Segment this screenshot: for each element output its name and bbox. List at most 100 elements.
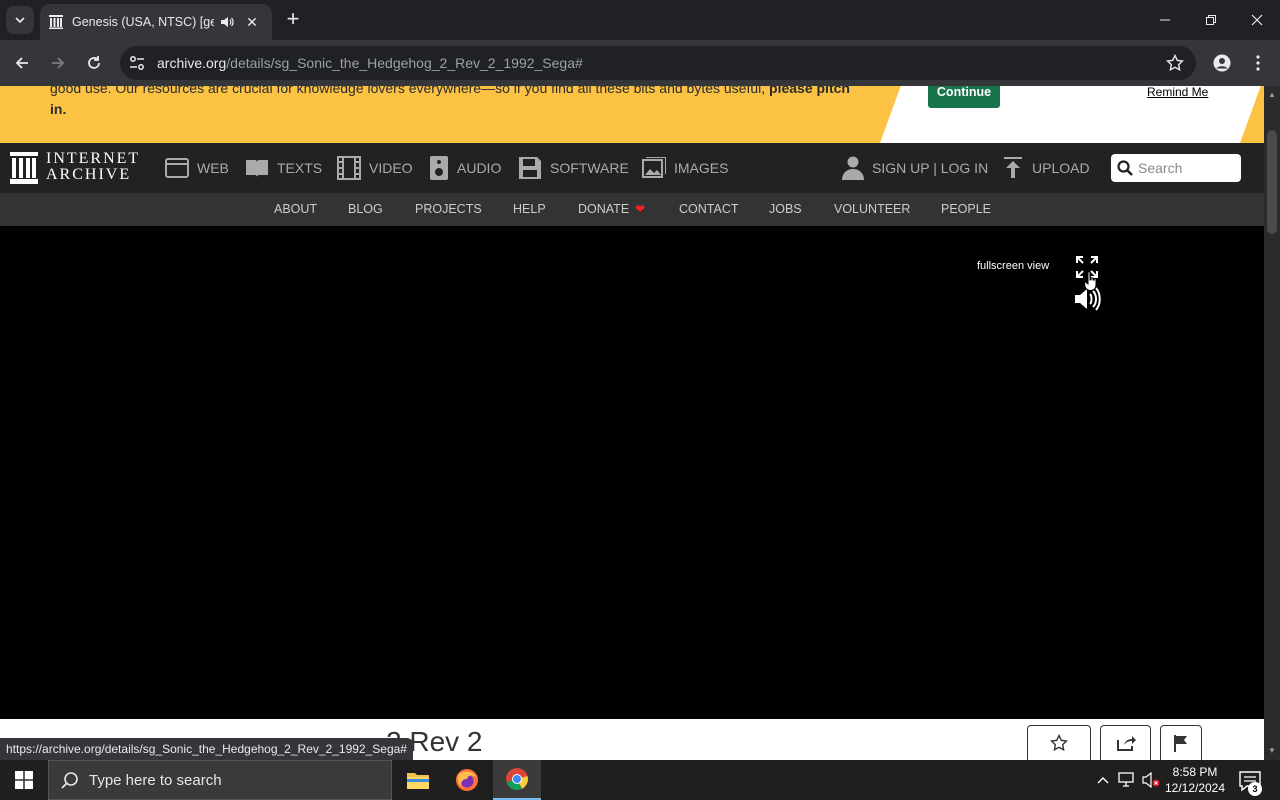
ia-logo-text[interactable]: INTERNET ARCHIVE — [46, 151, 140, 183]
nav-images[interactable]: IMAGES — [642, 155, 728, 181]
url-text[interactable]: archive.org/details/sg_Sonic_the_Hedgeho… — [157, 55, 583, 71]
chevron-up-icon — [1097, 777, 1109, 784]
back-button[interactable] — [9, 50, 35, 76]
signup-login-link[interactable]: SIGN UP | LOG IN — [842, 155, 988, 181]
search-icon — [61, 772, 78, 789]
signup-login-label: SIGN UP | LOG IN — [872, 160, 989, 176]
profile-button[interactable] — [1208, 49, 1236, 77]
folder-icon — [407, 773, 429, 789]
heart-icon: ❤ — [635, 202, 646, 216]
chrome-icon — [506, 768, 528, 790]
ia-top-nav: INTERNET ARCHIVE WEB TEXTS VIDEO AUDIO S… — [0, 143, 1264, 193]
archive-favicon-icon — [49, 15, 63, 29]
nav-audio-label: AUDIO — [457, 160, 502, 176]
start-button[interactable] — [0, 760, 48, 800]
scroll-down-arrow-icon[interactable]: ▼ — [1268, 746, 1276, 755]
subnav-jobs[interactable]: JOBS — [769, 202, 802, 216]
address-bar[interactable]: archive.org/details/sg_Sonic_the_Hedgeho… — [120, 46, 1196, 80]
upload-icon — [1004, 157, 1022, 178]
ia-search-input[interactable] — [1138, 158, 1236, 178]
network-status[interactable] — [1116, 760, 1138, 800]
nav-video-label: VIDEO — [369, 160, 413, 176]
reload-icon — [88, 56, 100, 69]
subnav-help[interactable]: HELP — [513, 202, 546, 216]
search-icon — [1117, 160, 1133, 176]
scroll-up-arrow-icon[interactable]: ▲ — [1268, 90, 1276, 99]
profile-icon — [1213, 54, 1231, 72]
taskbar-firefox[interactable] — [443, 760, 491, 800]
reload-button[interactable] — [81, 50, 107, 76]
network-icon — [1118, 772, 1134, 787]
browser-menu-button[interactable] — [1248, 49, 1268, 77]
tab-close-button[interactable]: ✕ — [244, 14, 260, 31]
volume-status[interactable] — [1140, 760, 1162, 800]
page-scrollbar[interactable]: ▲ ▼ — [1264, 86, 1280, 760]
share-icon — [1116, 736, 1136, 751]
url-path: /details/sg_Sonic_the_Hedgehog_2_Rev_2_1… — [226, 55, 583, 71]
favorite-button[interactable] — [1027, 725, 1091, 760]
flag-button[interactable] — [1160, 725, 1202, 760]
taskbar-chrome[interactable] — [493, 760, 541, 800]
film-icon — [337, 156, 361, 180]
browser-toolbar: archive.org/details/sg_Sonic_the_Hedgeho… — [0, 40, 1280, 86]
nav-audio[interactable]: AUDIO — [429, 155, 501, 181]
subnav-about[interactable]: ABOUT — [274, 202, 317, 216]
url-host: archive.org — [157, 55, 227, 71]
arrow-right-icon — [52, 57, 65, 69]
bookmark-star-icon[interactable] — [1166, 54, 1184, 72]
emulator-canvas[interactable]: fullscreen view — [0, 226, 1264, 719]
internet-archive-logo-icon[interactable] — [10, 152, 38, 184]
nav-video[interactable]: VIDEO — [337, 155, 413, 181]
user-icon — [842, 156, 864, 180]
nav-software-label: SOFTWARE — [550, 160, 629, 176]
windows-logo-icon — [15, 771, 33, 789]
taskbar-file-explorer[interactable] — [394, 760, 442, 800]
new-tab-button[interactable]: + — [282, 8, 304, 30]
upload-label: UPLOAD — [1032, 160, 1090, 176]
upload-link[interactable]: UPLOAD — [1004, 155, 1090, 181]
web-icon — [165, 158, 189, 178]
taskbar-clock[interactable]: 8:58 PM 12/12/2024 — [1160, 764, 1230, 796]
nav-web[interactable]: WEB — [165, 155, 229, 181]
browser-tab[interactable]: Genesis (USA, NTSC) [genesis] ✕ — [40, 4, 272, 40]
minimize-button[interactable] — [1153, 8, 1177, 32]
subnav-donate-label: DONATE — [578, 202, 630, 216]
link-status-bubble: https://archive.org/details/sg_Sonic_the… — [0, 738, 413, 760]
taskbar-search-placeholder: Type here to search — [89, 771, 222, 789]
site-settings-icon[interactable] — [128, 54, 146, 72]
hand-cursor-icon — [1084, 271, 1097, 291]
nav-texts[interactable]: TEXTS — [245, 155, 322, 181]
tab-search-button[interactable] — [6, 6, 34, 34]
subnav-people[interactable]: PEOPLE — [941, 202, 991, 216]
audio-playing-icon[interactable] — [220, 15, 234, 29]
nav-software[interactable]: SOFTWARE — [518, 155, 629, 181]
clock-time: 8:58 PM — [1172, 765, 1218, 779]
subnav-donate[interactable]: DONATE ❤ — [578, 202, 645, 216]
more-vert-icon — [1256, 55, 1260, 71]
share-button[interactable] — [1100, 725, 1151, 760]
restore-button[interactable] — [1199, 8, 1223, 32]
nav-images-label: IMAGES — [674, 160, 729, 176]
page-viewport: good use. Our resources are crucial for … — [0, 86, 1264, 760]
ia-search-box[interactable] — [1111, 154, 1241, 182]
subnav-blog[interactable]: BLOG — [348, 202, 383, 216]
nav-texts-label: TEXTS — [277, 160, 323, 176]
scrollbar-thumb[interactable] — [1267, 130, 1277, 234]
subnav-volunteer[interactable]: VOLUNTEER — [834, 202, 910, 216]
ia-sub-nav: ABOUT BLOG PROJECTS HELP DONATE ❤ CONTACT… — [0, 193, 1264, 226]
taskbar-search-box[interactable]: Type here to search — [48, 760, 392, 800]
continue-button[interactable]: Continue — [928, 86, 1000, 108]
forward-button[interactable] — [45, 50, 71, 76]
close-icon — [1251, 14, 1263, 26]
star-icon — [1050, 734, 1068, 752]
logo-line-1: INTERNET — [46, 150, 141, 167]
fullscreen-label[interactable]: fullscreen view — [977, 260, 1049, 272]
firefox-icon — [456, 769, 478, 791]
remind-me-link[interactable]: Remind Me — [1147, 86, 1208, 99]
subnav-projects[interactable]: PROJECTS — [415, 202, 482, 216]
subnav-contact[interactable]: CONTACT — [679, 202, 739, 216]
close-window-button[interactable] — [1245, 8, 1269, 32]
show-hidden-icons-button[interactable] — [1094, 760, 1112, 800]
restore-icon — [1206, 15, 1216, 25]
chevron-down-icon — [15, 17, 25, 23]
